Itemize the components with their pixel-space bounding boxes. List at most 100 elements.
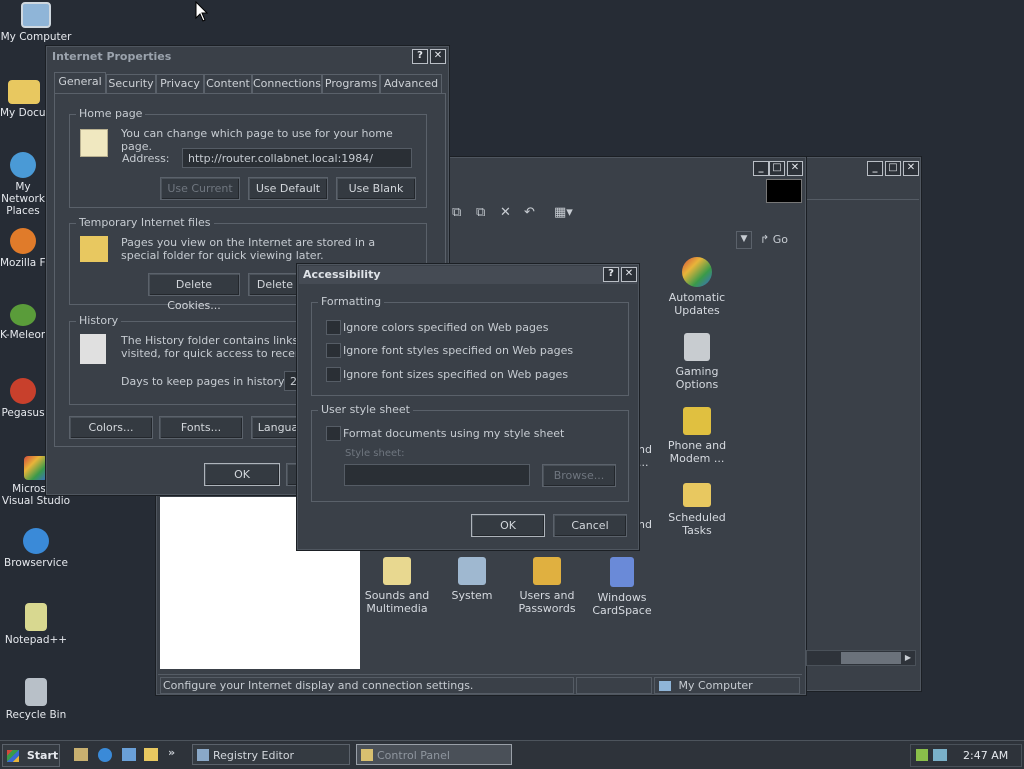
tray-app-icon[interactable] bbox=[916, 749, 928, 761]
close-button[interactable]: ✕ bbox=[787, 161, 803, 176]
tab-privacy[interactable]: Privacy bbox=[156, 74, 204, 93]
cardspace-icon bbox=[610, 557, 634, 587]
cp-item-windows-cardspace[interactable]: Windows CardSpace bbox=[585, 557, 659, 617]
show-desktop-icon[interactable] bbox=[74, 748, 88, 761]
help-button[interactable]: ? bbox=[412, 49, 428, 64]
ok-button[interactable]: OK bbox=[204, 463, 280, 486]
desktop-icon-recycle-bin[interactable]: Recycle Bin bbox=[0, 678, 72, 721]
system-tray: 2:47 AM bbox=[910, 744, 1022, 767]
cp-item-sounds-multimedia[interactable]: Sounds and Multimedia bbox=[360, 557, 434, 615]
firefox-icon bbox=[10, 228, 36, 254]
notepad-icon bbox=[25, 603, 47, 631]
my-computer-zone-icon bbox=[659, 681, 671, 691]
go-arrow-icon: ↱ bbox=[760, 233, 770, 246]
desktop-icon-k-meleon[interactable]: K-Meleon bbox=[0, 304, 46, 341]
task-registry-editor[interactable]: Registry Editor bbox=[192, 744, 350, 765]
scrollbar-thumb[interactable] bbox=[841, 652, 901, 664]
pegasus-icon bbox=[10, 378, 36, 404]
quick-launch-chevron[interactable]: » bbox=[168, 746, 175, 759]
cancel-button[interactable]: Cancel bbox=[553, 514, 627, 537]
close-button[interactable]: ✕ bbox=[430, 49, 446, 64]
address-dropdown-arrow[interactable]: ▼ bbox=[736, 231, 752, 249]
desktop-icon-my-documents[interactable]: My Documents bbox=[0, 80, 48, 119]
help-button[interactable]: ? bbox=[603, 267, 619, 282]
cp-item-automatic-updates[interactable]: Automatic Updates bbox=[660, 257, 734, 317]
dialog-title: Accessibility bbox=[299, 266, 637, 284]
style-sheet-field[interactable] bbox=[344, 464, 530, 486]
computer-icon bbox=[21, 2, 51, 28]
cp-item-partial-3[interactable]: nd bbox=[638, 518, 658, 531]
desktop-icon-browservice[interactable]: Browservice bbox=[0, 528, 72, 569]
windows-logo-icon bbox=[766, 179, 802, 203]
tab-strip: General Security Privacy Content Connect… bbox=[54, 72, 446, 94]
desktop-icon-my-computer[interactable]: My Computer bbox=[0, 2, 72, 43]
ignore-colors-checkbox[interactable] bbox=[326, 320, 341, 335]
recycle-bin-icon bbox=[25, 678, 47, 706]
views-icon[interactable]: ▦▾ bbox=[554, 205, 573, 220]
status-cell-empty bbox=[576, 677, 652, 694]
desktop-icon-firefox[interactable]: Mozilla Firefox bbox=[0, 228, 46, 269]
history-icon bbox=[80, 334, 106, 364]
users-icon bbox=[533, 557, 561, 585]
tab-security[interactable]: Security bbox=[106, 74, 156, 93]
format-documents-checkbox[interactable] bbox=[326, 426, 341, 441]
toolbar: ⧉ ⧉ ✕ ↶ ▦▾ bbox=[452, 205, 652, 225]
max-button[interactable]: □ bbox=[769, 161, 785, 176]
tab-advanced[interactable]: Advanced bbox=[380, 74, 442, 93]
status-text: Configure your Internet display and conn… bbox=[160, 677, 574, 694]
cp-item-phone-modem[interactable]: Phone and Modem ... bbox=[660, 407, 734, 465]
tab-general[interactable]: General bbox=[54, 72, 106, 93]
background-window[interactable]: _ □ ✕ bbox=[804, 156, 922, 692]
tab-connections[interactable]: Connections bbox=[252, 74, 322, 93]
close-button[interactable]: ✕ bbox=[903, 161, 919, 176]
ignore-font-styles-checkbox[interactable] bbox=[326, 343, 341, 358]
cp-item-scheduled-tasks[interactable]: Scheduled Tasks bbox=[660, 483, 734, 537]
use-default-button[interactable]: Use Default bbox=[248, 177, 328, 200]
ok-button[interactable]: OK bbox=[471, 514, 545, 537]
use-blank-button[interactable]: Use Blank bbox=[336, 177, 416, 200]
min-button[interactable]: _ bbox=[753, 161, 769, 176]
control-panel-icon bbox=[361, 749, 373, 761]
internet-explorer-launch-icon[interactable] bbox=[98, 748, 112, 762]
browse-button[interactable]: Browse... bbox=[542, 464, 616, 487]
explorer-launch-icon[interactable] bbox=[144, 748, 158, 761]
address-field[interactable]: http://router.collabnet.local:1984/ bbox=[182, 148, 412, 168]
close-button[interactable]: ✕ bbox=[621, 267, 637, 282]
cp-item-partial-2[interactable]: nd ... bbox=[638, 443, 658, 469]
cp-item-users-passwords[interactable]: Users and Passwords bbox=[510, 557, 584, 615]
desktop-icon-network-places[interactable]: My Network Places bbox=[0, 152, 46, 217]
desktop-icon-notepad-plus[interactable]: Notepad++ bbox=[0, 603, 72, 646]
tab-content[interactable]: Content bbox=[204, 74, 252, 93]
copy-to-icon[interactable]: ⧉ bbox=[476, 205, 485, 220]
max-button[interactable]: □ bbox=[885, 161, 901, 176]
fonts-button[interactable]: Fonts... bbox=[159, 416, 243, 439]
min-button[interactable]: _ bbox=[867, 161, 883, 176]
delete-cookies-button[interactable]: Delete Cookies... bbox=[148, 273, 240, 312]
cp-item-system[interactable]: System bbox=[435, 557, 509, 602]
scroll-right-arrow[interactable]: ▶ bbox=[902, 651, 914, 665]
task-control-panel[interactable]: Control Panel bbox=[356, 744, 512, 765]
joystick-icon bbox=[684, 333, 710, 361]
desktop-icon-pegasus[interactable]: Pegasus bbox=[0, 378, 46, 419]
temp-files-icon bbox=[80, 236, 108, 262]
accessibility-dialog[interactable]: Accessibility ? ✕ Formatting Ignore colo… bbox=[296, 263, 640, 551]
delete-icon[interactable]: ✕ bbox=[500, 205, 511, 220]
home-icon bbox=[80, 129, 108, 157]
folder-icon bbox=[8, 80, 40, 104]
internet-explorer-icon bbox=[23, 528, 49, 554]
start-button[interactable]: Start bbox=[2, 744, 60, 767]
use-current-button[interactable]: Use Current bbox=[160, 177, 240, 200]
cp-item-gaming-options[interactable]: Gaming Options bbox=[660, 333, 734, 391]
undo-icon[interactable]: ↶ bbox=[524, 205, 535, 220]
network-tray-icon[interactable] bbox=[933, 749, 947, 761]
go-button[interactable]: ↱ Go bbox=[760, 231, 800, 249]
horizontal-scrollbar[interactable]: ▶ bbox=[806, 650, 916, 666]
move-to-icon[interactable]: ⧉ bbox=[452, 205, 461, 220]
tab-programs[interactable]: Programs bbox=[322, 74, 380, 93]
colors-button[interactable]: Colors... bbox=[69, 416, 153, 439]
status-bar: Configure your Internet display and conn… bbox=[158, 674, 802, 694]
user-style-sheet-group: User style sheet Format documents using … bbox=[311, 403, 629, 502]
ignore-font-sizes-checkbox[interactable] bbox=[326, 367, 341, 382]
outlook-express-icon[interactable] bbox=[122, 748, 136, 761]
scheduled-tasks-icon bbox=[683, 483, 711, 507]
